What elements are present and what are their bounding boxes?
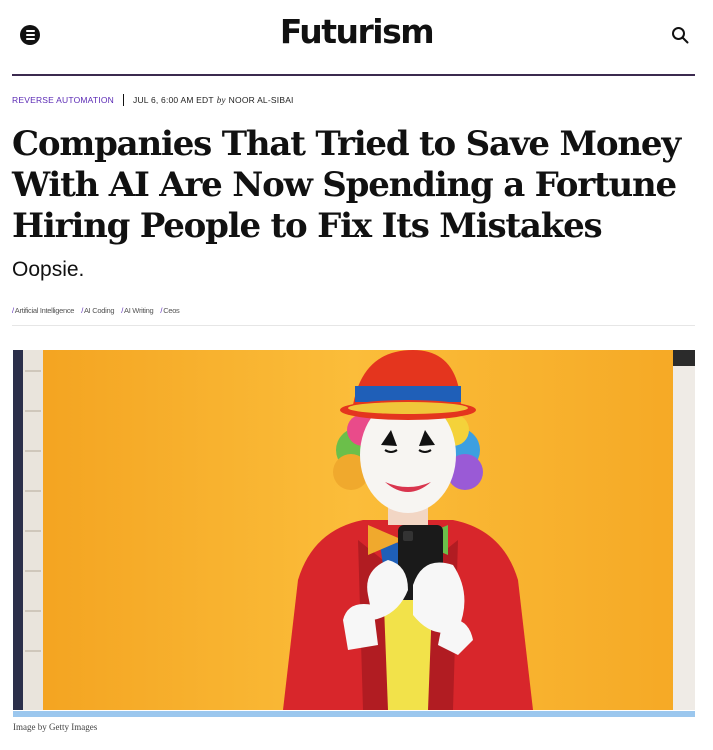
headline-line: Companies That Tried to Save Money: [12, 124, 681, 164]
site-logo[interactable]: Futurism: [0, 12, 713, 51]
meta-divider: [123, 94, 124, 106]
header-divider: [12, 74, 695, 76]
tag-list: /Artificial Intelligence /AI Coding /AI …: [12, 306, 180, 315]
image-caption-bar: [13, 711, 695, 717]
publish-date: JUL 6, 6:00 AM EDT: [133, 95, 214, 105]
article-headline: Companies That Tried to Save Money With …: [12, 124, 707, 247]
headline-line: Hiring People to Fix Its Mistakes: [12, 206, 603, 246]
clown-photo: [13, 350, 695, 710]
site-header: Futurism: [0, 0, 713, 70]
tag-link[interactable]: /Artificial Intelligence: [12, 306, 74, 315]
image-credit: Image by Getty Images: [13, 722, 98, 732]
tags-divider: [12, 325, 695, 326]
author-link[interactable]: NOOR AL-SIBAI: [229, 95, 294, 105]
tag-link[interactable]: /Ceos: [160, 306, 179, 315]
article-meta: REVERSE AUTOMATION JUL 6, 6:00 AM EDT by…: [12, 93, 294, 107]
search-icon[interactable]: [671, 26, 689, 44]
headline-line: With AI Are Now Spending a Fortune: [12, 165, 677, 205]
tag-link[interactable]: /AI Writing: [121, 306, 153, 315]
tag-link[interactable]: /AI Coding: [81, 306, 114, 315]
article-subhead: Oopsie.: [12, 258, 85, 281]
hero-image: [13, 350, 695, 710]
byline-by: by: [216, 95, 226, 105]
category-link[interactable]: REVERSE AUTOMATION: [12, 95, 114, 105]
